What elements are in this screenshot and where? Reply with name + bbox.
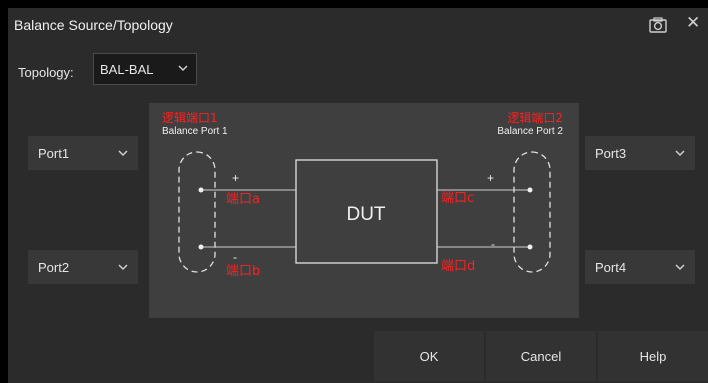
port-select-right-top[interactable]: Port3 <box>585 136 695 170</box>
port-select-left-top[interactable]: Port1 <box>28 136 138 170</box>
chevron-down-icon <box>675 264 685 271</box>
plus-sign-right: + <box>487 171 494 185</box>
plus-sign-left: + <box>232 171 239 185</box>
chevron-down-icon <box>118 264 128 271</box>
dut-label: DUT <box>346 204 385 225</box>
chevron-down-icon <box>178 65 188 72</box>
balance-topology-dialog: Balance Source/Topology ✕ Topology: BAL-… <box>8 8 708 383</box>
port-c-label: 端口c <box>441 191 474 206</box>
camera-icon[interactable] <box>648 16 668 34</box>
port-select-right-bottom[interactable]: Port4 <box>585 250 695 284</box>
minus-sign-right: - <box>491 237 495 251</box>
topology-diagram: 逻辑端口1 Balance Port 1 逻辑端口2 Balance Port … <box>149 103 579 318</box>
port-select-value: Port2 <box>38 259 70 275</box>
topology-label: Topology: <box>18 65 74 80</box>
port-select-value: Port4 <box>595 259 627 275</box>
terminal-dot <box>198 244 204 250</box>
chevron-down-icon <box>675 150 685 157</box>
left-balance-port-outline <box>178 151 216 273</box>
balance-port-1-label: Balance Port 1 <box>162 126 228 137</box>
port-a-label: 端口a <box>226 192 260 207</box>
topology-select[interactable]: BAL-BAL <box>93 53 197 85</box>
logical-port-2-label: 逻辑端口2 <box>507 111 563 125</box>
chevron-down-icon <box>118 150 128 157</box>
balance-port-2-label: Balance Port 2 <box>497 126 563 137</box>
port-d-label: 端口d <box>441 259 475 274</box>
logical-port-1-label: 逻辑端口1 <box>162 111 218 125</box>
port-select-left-bottom[interactable]: Port2 <box>28 250 138 284</box>
help-button[interactable]: Help <box>598 331 708 381</box>
right-balance-port-outline <box>513 151 551 273</box>
topology-value: BAL-BAL <box>100 61 154 77</box>
terminal-dot <box>527 244 533 250</box>
port-select-value: Port1 <box>38 145 70 161</box>
minus-sign-left: - <box>233 250 237 264</box>
ok-button[interactable]: OK <box>374 331 484 381</box>
port-select-value: Port3 <box>595 145 627 161</box>
terminal-dot <box>198 187 204 193</box>
terminal-dot <box>527 187 533 193</box>
cancel-button[interactable]: Cancel <box>486 331 596 381</box>
port-b-label: 端口b <box>226 264 260 279</box>
dialog-title: Balance Source/Topology <box>14 17 173 33</box>
close-icon[interactable]: ✕ <box>686 13 700 33</box>
